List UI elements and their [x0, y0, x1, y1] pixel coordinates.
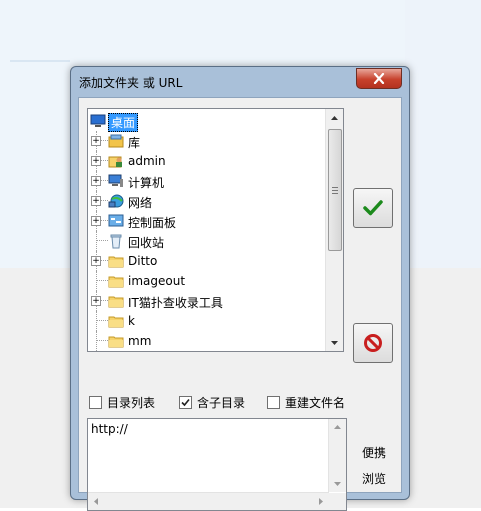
- folder-icon: [108, 296, 124, 308]
- url-value: http://: [91, 422, 128, 436]
- tree-item[interactable]: imageout: [88, 271, 324, 291]
- grip-icon: [332, 187, 338, 196]
- scroll-down-button[interactable]: [326, 334, 343, 351]
- ok-button[interactable]: [353, 188, 393, 228]
- expand-icon[interactable]: +: [91, 256, 101, 266]
- scroll-up-button[interactable]: [326, 109, 343, 126]
- tree-item-label: admin: [128, 154, 166, 168]
- checkbox-box: [267, 396, 280, 409]
- background-right-panel: [405, 0, 481, 268]
- tree-item[interactable]: + 库: [88, 131, 324, 151]
- chevron-down-icon: [331, 340, 338, 345]
- chevron-up-icon: [334, 425, 341, 429]
- tree-item[interactable]: + IT猫扑查收录工具: [88, 291, 324, 311]
- tree-item-label: 回收站: [128, 236, 165, 250]
- checkbox-box: [89, 396, 102, 409]
- tree-item-label: mm: [128, 334, 152, 348]
- tree-line: [96, 320, 108, 321]
- folder-icon: [108, 316, 124, 328]
- close-button[interactable]: [356, 68, 402, 89]
- tree-line: [96, 280, 108, 281]
- chevron-right-icon: [319, 498, 323, 505]
- tree-item[interactable]: 回收站: [88, 231, 324, 251]
- folder-tree[interactable]: 桌面 + 库 + admin + 计算机 + 网络 + 控制面板 回收站 + Ditto imageout…: [87, 108, 344, 352]
- no-entry-icon: [364, 334, 382, 352]
- close-icon: [373, 73, 385, 84]
- tree-line: [96, 240, 108, 241]
- desktop-icon: [90, 114, 106, 127]
- expand-icon[interactable]: +: [91, 176, 101, 186]
- library-icon: [108, 134, 124, 148]
- browse-button[interactable]: 浏览: [362, 470, 386, 487]
- rebuild-filename-label: 重建文件名: [285, 396, 346, 410]
- expand-icon[interactable]: +: [91, 196, 101, 206]
- folder-tree-list: 桌面 + 库 + admin + 计算机 + 网络 + 控制面板 回收站 + Ditto imageout…: [88, 111, 324, 351]
- tree-item-label: 控制面板: [128, 216, 177, 230]
- tree-item[interactable]: mm: [88, 331, 324, 351]
- tree-line: [96, 340, 108, 341]
- tree-item[interactable]: + 计算机: [88, 171, 324, 191]
- scrollbar-corner: [329, 493, 346, 510]
- chevron-up-icon: [331, 115, 338, 120]
- dir-list-label: 目录列表: [107, 396, 156, 410]
- url-vertical-scrollbar[interactable]: [328, 419, 346, 492]
- tree-item[interactable]: k: [88, 311, 324, 331]
- expand-icon[interactable]: +: [91, 136, 101, 146]
- add-folder-dialog: 添加文件夹 或 URL 桌面 + 库 + admin + 计算机 + 网络 + 控制面板 回收站 + D…: [70, 66, 410, 511]
- cancel-button[interactable]: [353, 323, 393, 363]
- user-folder-icon: [108, 156, 122, 168]
- tree-item-label: 库: [128, 136, 141, 150]
- chevron-left-icon: [94, 498, 98, 505]
- include-subdir-checkbox[interactable]: 含子目录: [179, 394, 245, 411]
- chevron-down-icon: [334, 482, 341, 486]
- tree-item[interactable]: + admin: [88, 151, 324, 171]
- folder-icon: [108, 336, 124, 348]
- dialog-client-area: 桌面 + 库 + admin + 计算机 + 网络 + 控制面板 回收站 + Ditto imageout…: [78, 97, 402, 511]
- rebuild-filename-checkbox[interactable]: 重建文件名: [267, 394, 345, 411]
- tree-item-label: Ditto: [128, 254, 158, 268]
- control-panel-icon: [108, 214, 124, 227]
- folder-icon: [108, 256, 124, 268]
- checkmark-icon: [363, 200, 383, 216]
- expand-icon[interactable]: +: [91, 156, 101, 166]
- include-subdir-label: 含子目录: [197, 396, 246, 410]
- tree-item-label: 桌面: [108, 113, 139, 132]
- tree-item[interactable]: + 网络: [88, 191, 324, 211]
- recycle-bin-icon: [110, 234, 122, 249]
- checkmark-icon: [181, 398, 190, 407]
- dir-list-checkbox[interactable]: 目录列表: [89, 394, 155, 411]
- url-textarea[interactable]: http://: [87, 418, 347, 511]
- url-horizontal-scrollbar[interactable]: [88, 492, 329, 510]
- portable-button[interactable]: 便携: [362, 444, 386, 461]
- checkbox-box: [179, 396, 192, 409]
- folder-icon: [108, 276, 124, 288]
- computer-icon: [108, 174, 123, 187]
- network-icon: [108, 194, 124, 208]
- background-line: [10, 60, 70, 62]
- tree-item[interactable]: + 控制面板: [88, 211, 324, 231]
- tree-item-label: imageout: [128, 274, 186, 288]
- tree-item-label: 计算机: [128, 176, 165, 190]
- expand-icon[interactable]: +: [91, 296, 101, 306]
- tree-item[interactable]: + Ditto: [88, 251, 324, 271]
- tree-item-desktop[interactable]: 桌面: [88, 111, 324, 132]
- tree-item-label: IT猫扑查收录工具: [128, 296, 223, 310]
- dialog-title: 添加文件夹 或 URL: [79, 76, 183, 90]
- tree-item-label: 网络: [128, 196, 153, 210]
- tree-vertical-scrollbar[interactable]: [325, 109, 343, 351]
- scroll-thumb[interactable]: [328, 129, 342, 251]
- expand-icon[interactable]: +: [91, 216, 101, 226]
- tree-item-label: k: [128, 314, 135, 328]
- option-checkboxes: 目录列表 含子目录 重建文件名: [89, 394, 389, 412]
